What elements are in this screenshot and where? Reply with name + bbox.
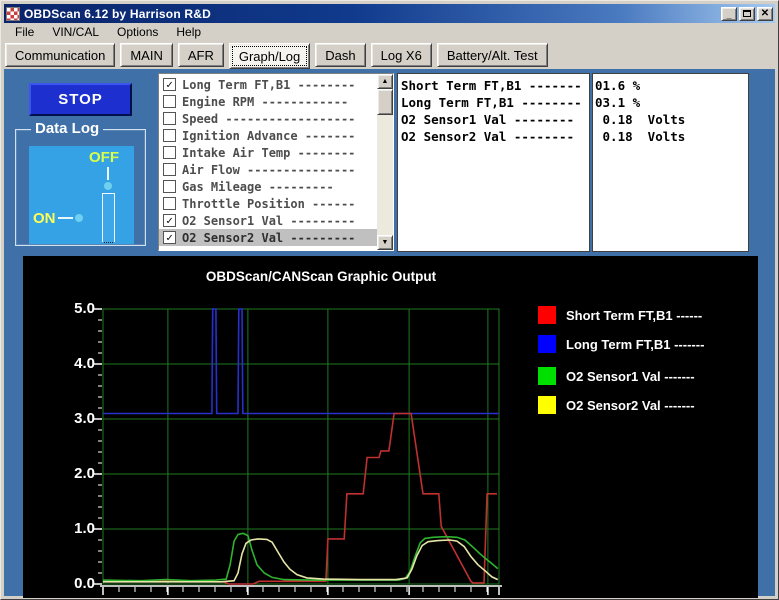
y-tick-label: 4.0 bbox=[53, 355, 95, 372]
pid-row-speed[interactable]: Speed ------------------ bbox=[159, 110, 377, 127]
tab-graph-log[interactable]: Graph/Log bbox=[229, 43, 310, 69]
pid-rows: ✓ Long Term FT,B1 -------- Engine RPM ---… bbox=[159, 74, 377, 250]
checkbox[interactable] bbox=[163, 180, 176, 193]
tab-log-x6[interactable]: Log X6 bbox=[371, 43, 432, 67]
pid-row-gas-mileage[interactable]: Gas Mileage --------- bbox=[159, 178, 377, 195]
close-icon: ✕ bbox=[761, 9, 769, 19]
pid-label: O2 Sensor1 Val --------- bbox=[182, 214, 355, 228]
maximize-icon bbox=[743, 10, 751, 17]
pid-label: Air Flow --------------- bbox=[182, 163, 355, 177]
y-tick-label: 2.0 bbox=[53, 465, 95, 482]
legend-swatch-green bbox=[538, 367, 556, 385]
minimize-icon: _ bbox=[726, 10, 731, 20]
menu-vincal[interactable]: VIN/CAL bbox=[43, 24, 108, 40]
readout-labels-panel: Short Term FT,B1 ------- Long Term FT,B1… bbox=[397, 73, 590, 252]
readout-values-panel: 01.6 % 03.1 % 0.18 Volts 0.18 Volts bbox=[592, 73, 749, 252]
pid-row-ignition-advance[interactable]: Ignition Advance ------- bbox=[159, 127, 377, 144]
tab-battery-alt-test[interactable]: Battery/Alt. Test bbox=[437, 43, 548, 67]
scroll-down-button[interactable]: ▼ bbox=[377, 235, 393, 250]
readout-label: O2 Sensor1 Val -------- bbox=[401, 111, 589, 128]
close-button[interactable]: ✕ bbox=[757, 7, 773, 21]
legend-swatch-blue bbox=[538, 335, 556, 353]
readout-label: O2 Sensor2 Val -------- bbox=[401, 128, 589, 145]
title-bar: OBDScan 6.12 by Harrison R&D _ ✕ bbox=[4, 4, 775, 23]
tab-communication[interactable]: Communication bbox=[5, 43, 115, 67]
stop-button[interactable]: STOP bbox=[29, 83, 132, 116]
tab-dash[interactable]: Dash bbox=[315, 43, 365, 67]
legend-swatch-red bbox=[538, 306, 556, 324]
toggle-off-label: OFF bbox=[89, 149, 119, 166]
legend-label: Long Term FT,B1 ------- bbox=[566, 337, 704, 352]
readout-value: 01.6 % bbox=[595, 77, 748, 94]
pid-label: Intake Air Temp -------- bbox=[182, 146, 355, 160]
toggle-on-tick bbox=[58, 217, 73, 219]
scrollbar-thumb[interactable] bbox=[377, 89, 393, 115]
pid-list-scrollbar[interactable]: ▲ ▼ bbox=[377, 74, 393, 250]
checkbox[interactable]: ✓ bbox=[163, 214, 176, 227]
content-area: STOP Data Log OFF ON ✓ Long Term FT,B1 --… bbox=[4, 69, 775, 596]
readout-label: Short Term FT,B1 ------- bbox=[401, 77, 589, 94]
y-tick-label: 5.0 bbox=[53, 300, 95, 317]
checkbox[interactable] bbox=[163, 129, 176, 142]
data-log-toggle-panel[interactable]: OFF ON bbox=[29, 146, 134, 244]
toggle-off-tick bbox=[107, 167, 109, 180]
y-tick-label: 3.0 bbox=[53, 410, 95, 427]
pid-row-throttle-position[interactable]: Throttle Position ------ bbox=[159, 195, 377, 212]
tab-main[interactable]: MAIN bbox=[120, 43, 173, 67]
readout-value: 0.18 Volts bbox=[595, 128, 748, 145]
checkbox[interactable]: ✓ bbox=[163, 78, 176, 91]
legend-label: Short Term FT,B1 ------ bbox=[566, 308, 702, 323]
readout-label: Long Term FT,B1 -------- bbox=[401, 94, 589, 111]
data-log-toggle-lever[interactable] bbox=[102, 193, 115, 243]
pid-checklist: ✓ Long Term FT,B1 -------- Engine RPM ---… bbox=[158, 73, 394, 251]
legend-label: O2 Sensor2 Val ------- bbox=[566, 398, 695, 413]
menu-file[interactable]: File bbox=[6, 24, 43, 40]
scroll-down-icon: ▼ bbox=[382, 239, 389, 246]
legend-swatch-yellow bbox=[538, 396, 556, 414]
readout-value: 03.1 % bbox=[595, 94, 748, 111]
app-icon bbox=[6, 7, 20, 21]
toggle-off-dot-icon bbox=[104, 182, 112, 190]
toggle-on-dot-icon bbox=[75, 214, 83, 222]
pid-label: Speed ------------------ bbox=[182, 112, 355, 126]
window-title: OBDScan 6.12 by Harrison R&D bbox=[24, 7, 211, 21]
checkbox[interactable] bbox=[163, 95, 176, 108]
tab-bar: Communication MAIN AFR Graph/Log Dash Lo… bbox=[4, 41, 775, 69]
pid-label: Ignition Advance ------- bbox=[182, 129, 355, 143]
pid-row-air-flow[interactable]: Air Flow --------------- bbox=[159, 161, 377, 178]
menu-options[interactable]: Options bbox=[108, 24, 167, 40]
pid-row-engine-rpm[interactable]: Engine RPM ------------ bbox=[159, 93, 377, 110]
pid-label: Engine RPM ------------ bbox=[182, 95, 348, 109]
menu-bar: File VIN/CAL Options Help bbox=[4, 23, 775, 41]
minimize-button[interactable]: _ bbox=[721, 7, 737, 21]
pid-row-long-term-ft-b1[interactable]: ✓ Long Term FT,B1 -------- bbox=[159, 76, 377, 93]
menu-help[interactable]: Help bbox=[167, 24, 210, 40]
scroll-up-icon: ▲ bbox=[382, 78, 389, 85]
pid-label: Gas Mileage --------- bbox=[182, 180, 334, 194]
readout-value: 0.18 Volts bbox=[595, 111, 748, 128]
pid-label: O2 Sensor2 Val --------- bbox=[182, 231, 355, 245]
tab-afr[interactable]: AFR bbox=[178, 43, 224, 67]
toggle-on-label: ON bbox=[33, 210, 56, 227]
scroll-up-button[interactable]: ▲ bbox=[377, 74, 393, 89]
maximize-button[interactable] bbox=[739, 7, 755, 21]
y-tick-label: 1.0 bbox=[53, 520, 95, 537]
checkbox[interactable] bbox=[163, 146, 176, 159]
checkbox[interactable] bbox=[163, 197, 176, 210]
checkbox[interactable]: ✓ bbox=[163, 231, 176, 244]
checkbox[interactable] bbox=[163, 163, 176, 176]
pid-label: Throttle Position ------ bbox=[182, 197, 355, 211]
pid-row-o2-sensor2-val[interactable]: ✓ O2 Sensor2 Val --------- bbox=[159, 229, 377, 246]
data-log-title: Data Log bbox=[31, 120, 103, 137]
legend-label: O2 Sensor1 Val ------- bbox=[566, 369, 695, 384]
pid-row-intake-air-temp[interactable]: Intake Air Temp -------- bbox=[159, 144, 377, 161]
graph-output-panel: OBDScan/CANScan Graphic Output 5.0 4.0 3… bbox=[23, 256, 758, 598]
y-tick-label: 0.0 bbox=[53, 575, 95, 592]
pid-label: Long Term FT,B1 -------- bbox=[182, 78, 355, 92]
app-window: OBDScan 6.12 by Harrison R&D _ ✕ File VI… bbox=[0, 0, 779, 600]
pid-row-o2-sensor1-val[interactable]: ✓ O2 Sensor1 Val --------- bbox=[159, 212, 377, 229]
checkbox[interactable] bbox=[163, 112, 176, 125]
